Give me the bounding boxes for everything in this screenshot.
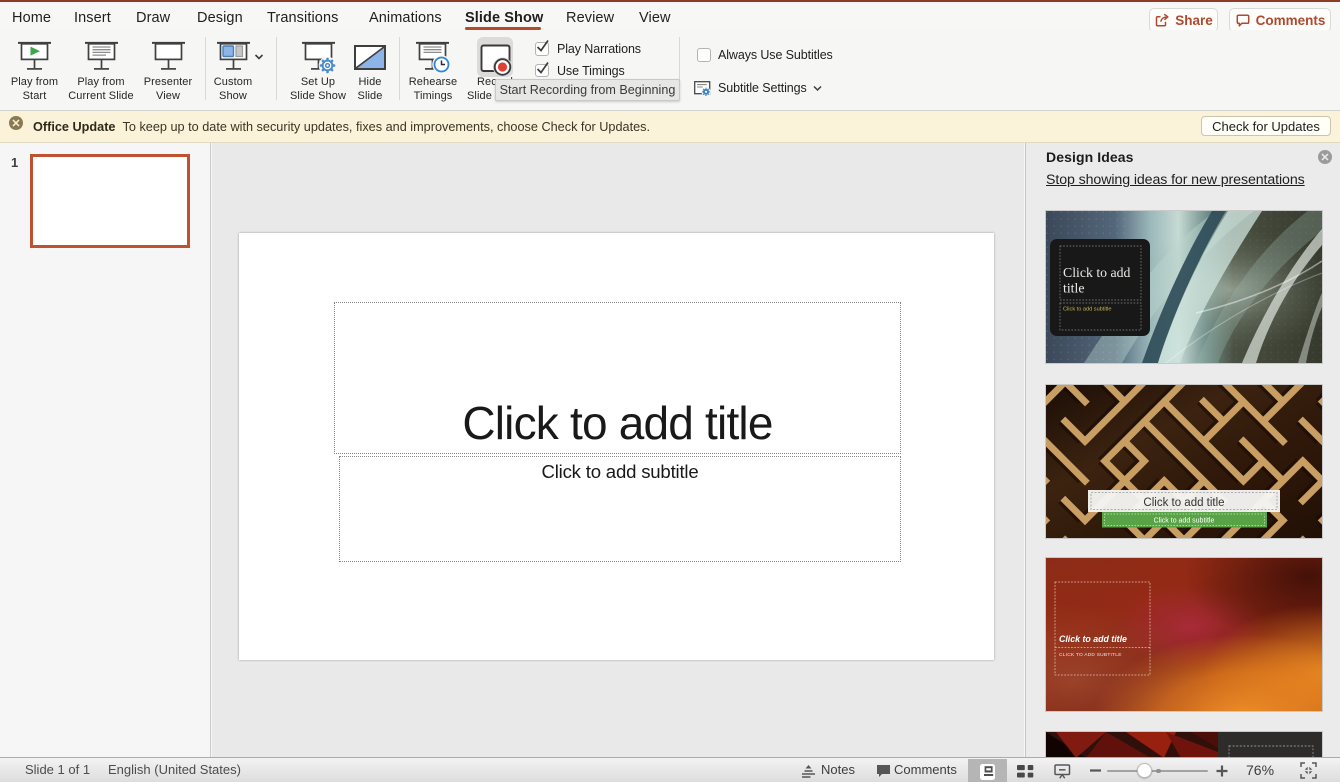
svg-text:Click to add subtitle: Click to add subtitle [1063,307,1112,313]
svg-text:CLICK TO ADD SUBTITLE: CLICK TO ADD SUBTITLE [1059,652,1122,658]
svg-text:Click to add subtitle: Click to add subtitle [1154,518,1215,525]
svg-text:Click to add title: Click to add title [1143,497,1224,509]
svg-text:title: title [1063,281,1084,296]
svg-text:Click to add: Click to add [1063,265,1131,280]
svg-text:Click to add title: Click to add title [1059,634,1127,644]
